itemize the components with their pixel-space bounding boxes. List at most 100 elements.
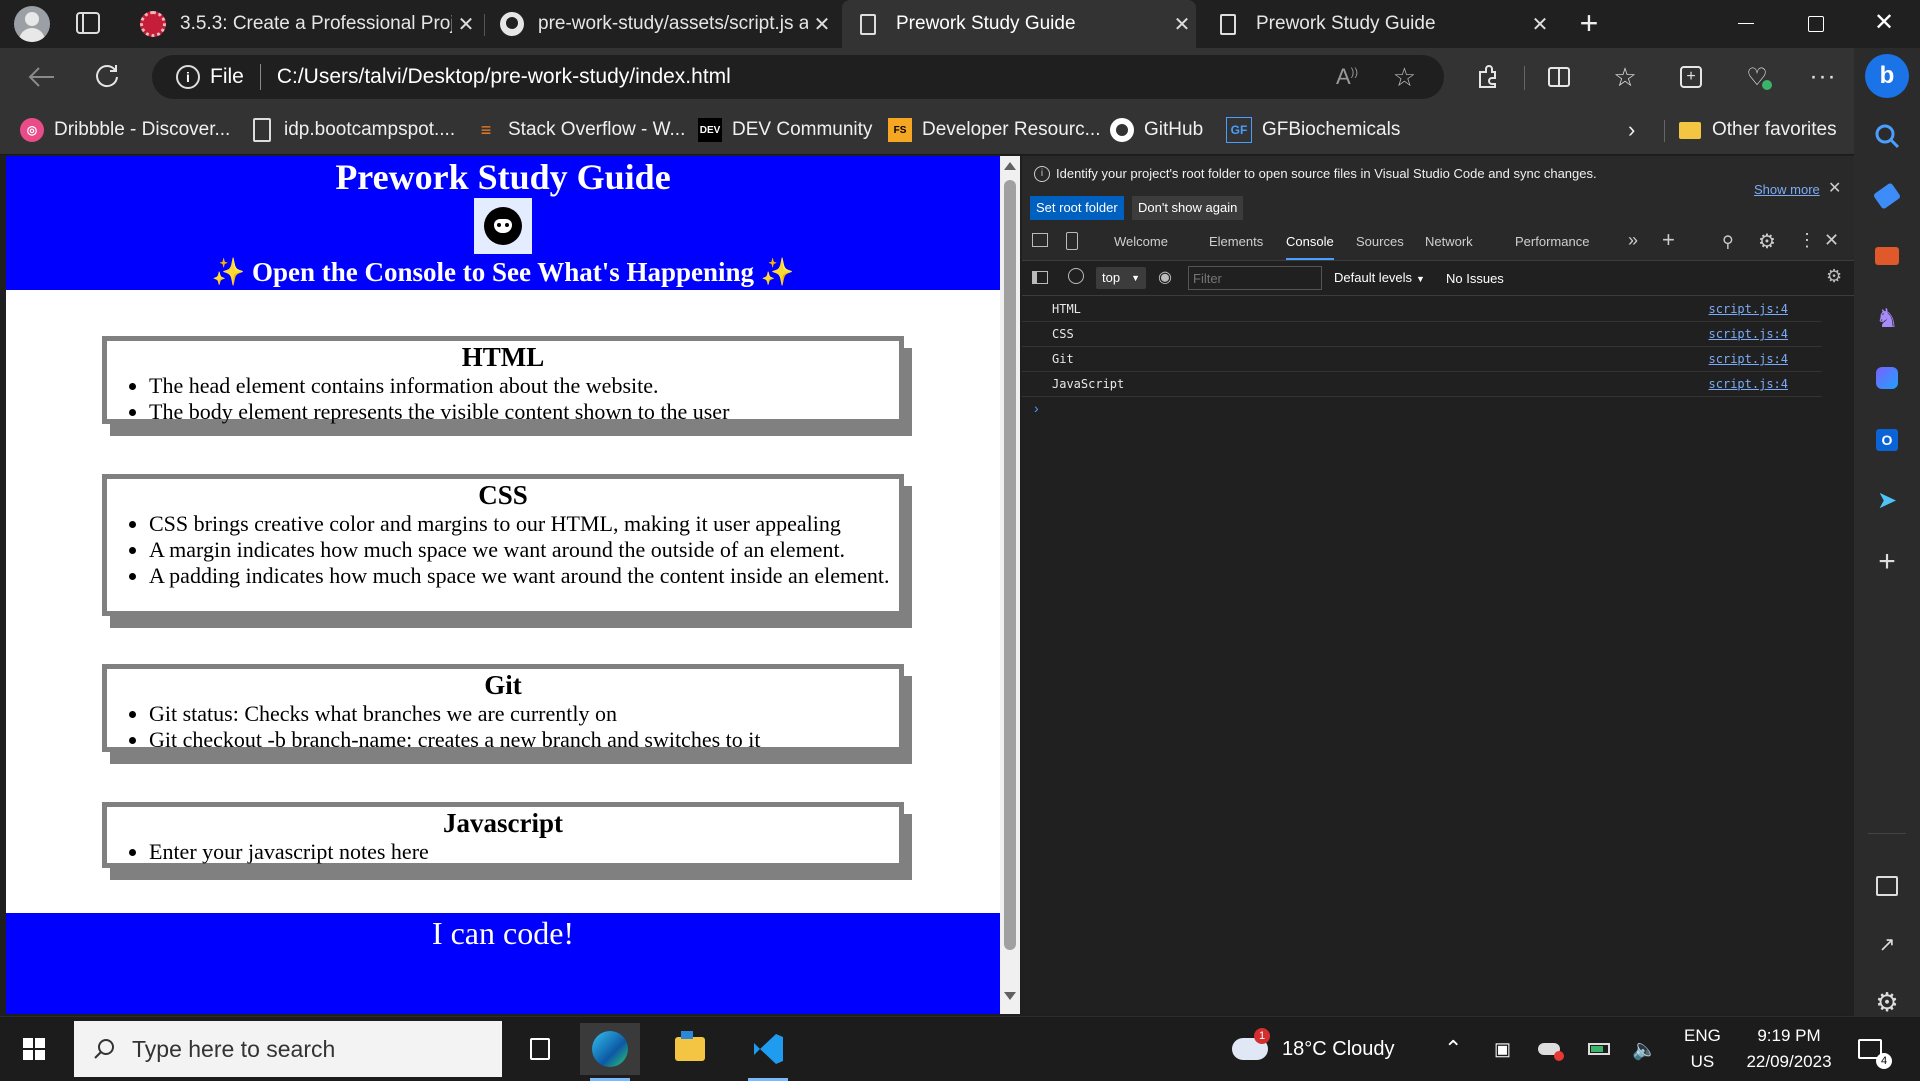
start-button-windows-icon[interactable] xyxy=(4,1023,64,1075)
onedrive-error-icon[interactable] xyxy=(1538,1017,1564,1081)
split-screen-icon[interactable] xyxy=(1538,56,1580,98)
tab-bootcamp[interactable]: 3.5.3: Create a Professional Proje ✕ xyxy=(126,0,480,48)
devtools-tab-sources[interactable]: Sources xyxy=(1356,224,1404,260)
favorite-github[interactable]: GitHub xyxy=(1110,114,1203,146)
read-aloud-icon[interactable]: AA)) xyxy=(1336,64,1358,90)
log-source-link[interactable]: script.js:4 xyxy=(1709,327,1788,341)
scroll-thumb[interactable] xyxy=(1004,180,1016,950)
devtools-tab-console[interactable]: Console xyxy=(1286,224,1334,260)
log-levels-dropdown[interactable]: Default levels ▼ xyxy=(1334,267,1425,290)
minimize-icon[interactable] xyxy=(1738,23,1754,24)
devtools-tab-elements[interactable]: Elements xyxy=(1209,224,1263,260)
clear-console-icon[interactable] xyxy=(1068,268,1084,284)
devtools-tab-network[interactable]: Network xyxy=(1425,224,1473,260)
close-tab-icon[interactable]: ✕ xyxy=(1526,12,1554,37)
volume-icon[interactable]: 🔈 xyxy=(1632,1017,1657,1081)
page-scrollbar[interactable] xyxy=(1000,156,1020,1014)
taskbar-edge-icon[interactable] xyxy=(580,1023,640,1081)
webpage-viewport[interactable]: Prework Study Guide ✨ Open the Console t… xyxy=(6,156,1000,1014)
close-tab-icon[interactable]: ✕ xyxy=(808,12,836,37)
address-bar-row: i File C:/Users/talvi/Desktop/pre-work-s… xyxy=(0,48,1868,106)
context-selector[interactable]: top ▼ xyxy=(1096,267,1146,289)
collections-icon[interactable]: + xyxy=(1670,56,1712,98)
console-sidebar-icon[interactable] xyxy=(1032,271,1048,284)
extensions-icon[interactable] xyxy=(1466,56,1508,98)
favorites-overflow-chevron-icon[interactable]: › xyxy=(1628,114,1635,146)
inspect-element-icon[interactable] xyxy=(1032,233,1048,247)
language-indicator[interactable]: ENG US xyxy=(1684,1017,1721,1081)
meet-now-icon[interactable]: ▣ xyxy=(1494,1017,1511,1081)
devtools-more-icon[interactable]: ⋮ xyxy=(1798,230,1816,251)
external-link-icon[interactable]: ↗ xyxy=(1867,924,1907,964)
restore-icon[interactable] xyxy=(1808,16,1824,32)
favorite-gfbiochemicals[interactable]: GF GFBiochemicals xyxy=(1226,114,1400,146)
dont-show-again-button[interactable]: Don't show again xyxy=(1132,196,1244,220)
set-root-folder-button[interactable]: Set root folder xyxy=(1030,196,1124,220)
add-tab-icon[interactable]: + xyxy=(1662,227,1675,253)
scroll-up-arrow-icon[interactable] xyxy=(1004,162,1016,170)
weather-widget[interactable]: 1 18°C Cloudy xyxy=(1232,1017,1395,1081)
devtools-tab-welcome[interactable]: Welcome xyxy=(1114,224,1168,260)
url-bar[interactable]: i File C:/Users/talvi/Desktop/pre-work-s… xyxy=(152,55,1444,99)
tab-github[interactable]: pre-work-study/assets/script.js at ✕ xyxy=(486,0,836,48)
devtools-settings-icon[interactable]: ⚙ xyxy=(1758,229,1776,254)
tab-actions-icon[interactable] xyxy=(76,12,100,34)
outlook-icon[interactable]: O xyxy=(1867,420,1907,460)
url-text[interactable]: C:/Users/talvi/Desktop/pre-work-study/in… xyxy=(277,65,731,89)
scroll-down-arrow-icon[interactable] xyxy=(1004,992,1016,1000)
shopping-tag-icon[interactable] xyxy=(1867,176,1907,216)
back-button[interactable] xyxy=(20,56,62,98)
favorite-developer-resources[interactable]: FS Developer Resourc... xyxy=(888,114,1100,146)
close-devtools-icon[interactable]: ✕ xyxy=(1824,230,1839,251)
more-options-icon[interactable]: ··· xyxy=(1802,56,1844,98)
tab-prework-active[interactable]: Prework Study Guide ✕ xyxy=(842,0,1196,48)
console-prompt[interactable]: › xyxy=(1034,400,1824,422)
show-hidden-icons-chevron-icon[interactable]: ⌃ xyxy=(1444,1017,1462,1081)
show-more-link[interactable]: Show more xyxy=(1754,182,1820,197)
favorites-icon[interactable]: ☆ xyxy=(1604,56,1646,98)
search-icon[interactable] xyxy=(1867,116,1907,156)
new-tab-icon[interactable]: + xyxy=(1572,6,1606,40)
hide-sidebar-icon[interactable] xyxy=(1867,866,1907,906)
log-source-link[interactable]: script.js:4 xyxy=(1709,377,1788,391)
connect-device-icon[interactable]: ⚲ xyxy=(1722,232,1734,252)
task-view-icon[interactable] xyxy=(510,1023,570,1075)
favorite-dribbble[interactable]: ◎ Dribbble - Discover... xyxy=(20,114,230,146)
devtools-tab-performance[interactable]: Performance xyxy=(1515,224,1589,260)
device-emulation-icon[interactable] xyxy=(1066,232,1078,250)
log-source-link[interactable]: script.js:4 xyxy=(1709,302,1788,316)
browser-essentials-icon[interactable]: ♡ xyxy=(1736,56,1778,98)
refresh-button[interactable] xyxy=(86,56,128,98)
tab-prework[interactable]: Prework Study Guide ✕ xyxy=(1200,0,1554,48)
tools-icon[interactable] xyxy=(1867,236,1907,276)
close-tab-icon[interactable]: ✕ xyxy=(452,12,480,37)
section-list: Git status: Checks what branches we are … xyxy=(107,701,899,753)
battery-icon[interactable] xyxy=(1588,1017,1610,1081)
log-source-link[interactable]: script.js:4 xyxy=(1709,352,1788,366)
favorite-star-icon[interactable]: ☆ xyxy=(1393,62,1416,93)
info-icon[interactable]: i xyxy=(176,65,200,89)
live-expression-eye-icon[interactable]: ◉ xyxy=(1158,267,1172,287)
taskbar-search-box[interactable]: Type here to search xyxy=(74,1021,502,1077)
issues-count[interactable]: No Issues xyxy=(1446,268,1504,290)
vscode-icon[interactable] xyxy=(738,1023,798,1081)
other-favorites[interactable]: Other favorites xyxy=(1678,114,1837,146)
notifications-icon[interactable]: 4 xyxy=(1858,1017,1892,1081)
send-icon[interactable]: ➤ xyxy=(1867,480,1907,520)
close-infobar-icon[interactable]: ✕ xyxy=(1828,178,1841,198)
favorite-bootcampspot[interactable]: idp.bootcampspot.... xyxy=(250,114,455,146)
close-window-icon[interactable]: ✕ xyxy=(1874,8,1894,37)
games-icon[interactable]: ♞ xyxy=(1867,298,1907,338)
file-explorer-icon[interactable] xyxy=(660,1023,720,1075)
favorite-stackoverflow[interactable]: ≡ Stack Overflow - W... xyxy=(474,114,686,146)
close-tab-icon[interactable]: ✕ xyxy=(1168,12,1196,37)
favorite-dev-community[interactable]: DEV DEV Community xyxy=(698,114,872,146)
clock[interactable]: 9:19 PM 22/09/2023 xyxy=(1736,1017,1842,1081)
profile-avatar[interactable] xyxy=(14,6,50,42)
bing-chat-icon[interactable]: b xyxy=(1865,54,1909,98)
console-settings-icon[interactable]: ⚙ xyxy=(1826,266,1842,287)
microsoft-365-icon[interactable] xyxy=(1867,358,1907,398)
console-filter-input[interactable] xyxy=(1188,266,1322,290)
more-tabs-chevron-icon[interactable]: » xyxy=(1628,230,1638,251)
add-sidebar-app-icon[interactable]: + xyxy=(1867,542,1907,582)
